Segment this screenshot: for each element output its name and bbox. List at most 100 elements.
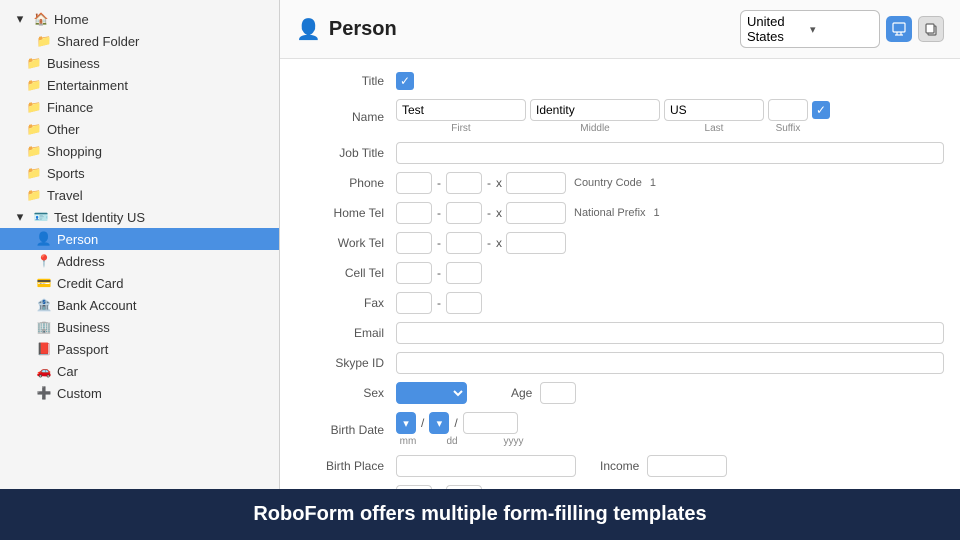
title-checkbox[interactable]: ✓ [396, 72, 414, 90]
sidebar-item-custom[interactable]: ➕ Custom [0, 382, 279, 404]
sidebar-item-label: Home [54, 12, 89, 27]
sidebar-item-label: Shared Folder [57, 34, 139, 49]
cell-area-input[interactable] [396, 262, 432, 284]
dash6: - [486, 236, 492, 250]
email-input[interactable] [396, 322, 944, 344]
fax-label: Fax [296, 296, 396, 310]
sidebar-item-label: Business [57, 320, 110, 335]
chevron-icon: ▾ [12, 11, 28, 27]
sidebar-item-credit-card[interactable]: 💳 Credit Card [0, 272, 279, 294]
country-select[interactable]: United States ▾ [740, 10, 880, 48]
phone-row: Phone - - x Country Code 1 [296, 168, 944, 198]
cell-tel-fields: - [396, 262, 944, 284]
name-check[interactable]: ✓ [812, 101, 830, 119]
monitor-button[interactable] [886, 16, 912, 42]
name-row: Name ✓ First Middle Last [296, 95, 944, 138]
home-prefix-input[interactable] [446, 202, 482, 224]
title-fields: ✓ [396, 72, 944, 90]
sidebar-item-bank-account[interactable]: 🏦 Bank Account [0, 294, 279, 316]
birth-yyyy-input[interactable] [463, 412, 518, 434]
country-label: United States [747, 14, 810, 44]
fax-row: Fax - [296, 288, 944, 318]
age-input[interactable] [540, 382, 576, 404]
birth-dd-label: dd [442, 436, 462, 447]
person-icon: 👤 [36, 231, 52, 247]
sidebar-item-business2[interactable]: 🏢 Business [0, 316, 279, 338]
skype-input[interactable] [396, 352, 944, 374]
sex-age-row: Sex Male Female Age [296, 378, 944, 408]
name-suffix-input[interactable] [768, 99, 808, 121]
fax-area-input[interactable] [396, 292, 432, 314]
copy-button[interactable] [918, 16, 944, 42]
name-middle-input[interactable] [530, 99, 660, 121]
home-number-input[interactable] [506, 202, 566, 224]
sidebar-item-shared[interactable]: 📁 Shared Folder [0, 30, 279, 52]
home-area-input[interactable] [396, 202, 432, 224]
sidebar-item-travel[interactable]: 📁 Travel [0, 184, 279, 206]
slash2: / [453, 416, 458, 430]
folder-icon: 📁 [26, 121, 42, 137]
birth-date-row: Birth Date ▾ / ▾ / mm dd [296, 408, 944, 451]
cell-prefix-input[interactable] [446, 262, 482, 284]
age-label: Age [511, 386, 532, 400]
income-input[interactable] [647, 455, 727, 477]
folder-icon: 📁 [26, 55, 42, 71]
folder-icon: 📁 [26, 77, 42, 93]
job-title-input[interactable] [396, 142, 944, 164]
fax-prefix-input[interactable] [446, 292, 482, 314]
birth-place-input[interactable] [396, 455, 576, 477]
sidebar-item-car[interactable]: 🚗 Car [0, 360, 279, 382]
national-prefix-label: National Prefix [574, 207, 646, 219]
sidebar-item-business-top[interactable]: 📁 Business [0, 52, 279, 74]
sidebar-item-label: Other [47, 122, 80, 137]
person-header-icon: 👤 [296, 17, 321, 42]
birth-yyyy-label: yyyy [486, 436, 541, 447]
sidebar-item-entertainment[interactable]: 📁 Entertainment [0, 74, 279, 96]
folder-icon: 📁 [26, 143, 42, 159]
sex-select[interactable]: Male Female [396, 382, 467, 404]
home-tel-label: Home Tel [296, 206, 396, 220]
sidebar-item-label: Finance [47, 100, 93, 115]
sidebar-item-address[interactable]: 📍 Address [0, 250, 279, 272]
phone-prefix-input[interactable] [446, 172, 482, 194]
sidebar-item-sports[interactable]: 📁 Sports [0, 162, 279, 184]
cell-tel-row: Cell Tel - [296, 258, 944, 288]
soc-sec-row: Soc Sec No - [296, 481, 944, 489]
dash2: - [486, 176, 492, 190]
x-label1: x [496, 176, 502, 190]
birth-dd-stepper[interactable]: ▾ [429, 412, 449, 434]
national-prefix-val: 1 [654, 207, 660, 219]
dash1: - [436, 176, 442, 190]
name-first-input[interactable] [396, 99, 526, 121]
custom-icon: ➕ [36, 385, 52, 401]
dash7: - [436, 266, 442, 280]
sidebar-item-passport[interactable]: 📕 Passport [0, 338, 279, 360]
birth-mm-stepper[interactable]: ▾ [396, 412, 416, 434]
work-number-input[interactable] [506, 232, 566, 254]
sidebar-item-test-identity[interactable]: ▾ 🪪 Test Identity US [0, 206, 279, 228]
phone-area-input[interactable] [396, 172, 432, 194]
sidebar-item-person[interactable]: 👤 Person [0, 228, 279, 250]
sidebar-item-label: Person [57, 232, 98, 247]
name-last-input[interactable] [664, 99, 764, 121]
country-code-val: 1 [650, 177, 656, 189]
work-prefix-input[interactable] [446, 232, 482, 254]
folder-icon: 📁 [26, 187, 42, 203]
work-area-input[interactable] [396, 232, 432, 254]
sidebar-item-finance[interactable]: 📁 Finance [0, 96, 279, 118]
job-title-fields [396, 142, 944, 164]
folder-icon: 📁 [26, 99, 42, 115]
chevron-icon: ▾ [12, 209, 28, 225]
name-label: Name [296, 110, 396, 124]
birth-place-label: Birth Place [296, 459, 396, 473]
banner-text: RoboForm offers multiple form-filling te… [253, 503, 706, 526]
cell-tel-label: Cell Tel [296, 266, 396, 280]
phone-number-input[interactable] [506, 172, 566, 194]
shared-folder-icon: 📁 [36, 33, 52, 49]
main-header: 👤 Person United States ▾ [280, 0, 960, 59]
job-title-row: Job Title [296, 138, 944, 168]
sidebar-item-other[interactable]: 📁 Other [0, 118, 279, 140]
sidebar-item-home[interactable]: ▾ 🏠 Home [0, 8, 279, 30]
col-first-label: First [396, 123, 526, 134]
sidebar-item-shopping[interactable]: 📁 Shopping [0, 140, 279, 162]
